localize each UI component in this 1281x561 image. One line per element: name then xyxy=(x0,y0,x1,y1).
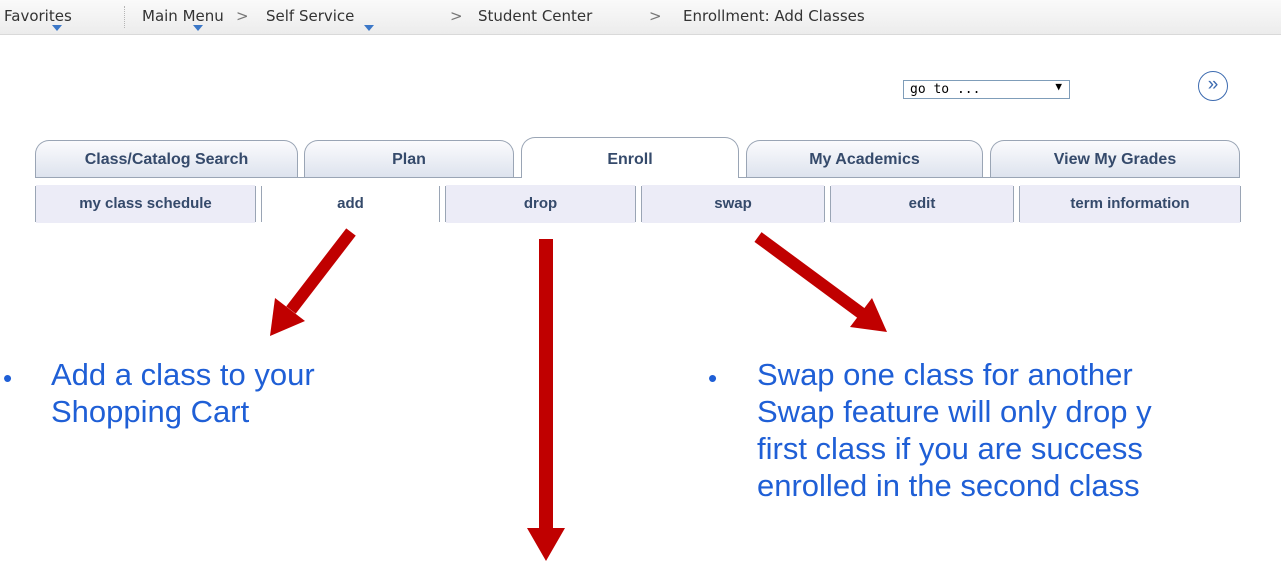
swap-note-line4: enrolled in the second class xyxy=(757,468,1140,503)
arrow-to-drop xyxy=(527,239,565,561)
swap-bullet: • xyxy=(708,363,718,393)
add-note-line2: Shopping Cart xyxy=(51,394,250,429)
swap-note-line2: Swap feature will only drop y xyxy=(757,394,1152,429)
add-note-line1: Add a class to your xyxy=(51,357,315,392)
swap-note-line3: first class if you are success xyxy=(757,431,1143,466)
arrow-to-add xyxy=(270,228,356,336)
swap-note-line1: Swap one class for another xyxy=(757,357,1133,392)
add-bullet: • xyxy=(3,363,13,393)
arrow-to-swap xyxy=(754,232,887,332)
